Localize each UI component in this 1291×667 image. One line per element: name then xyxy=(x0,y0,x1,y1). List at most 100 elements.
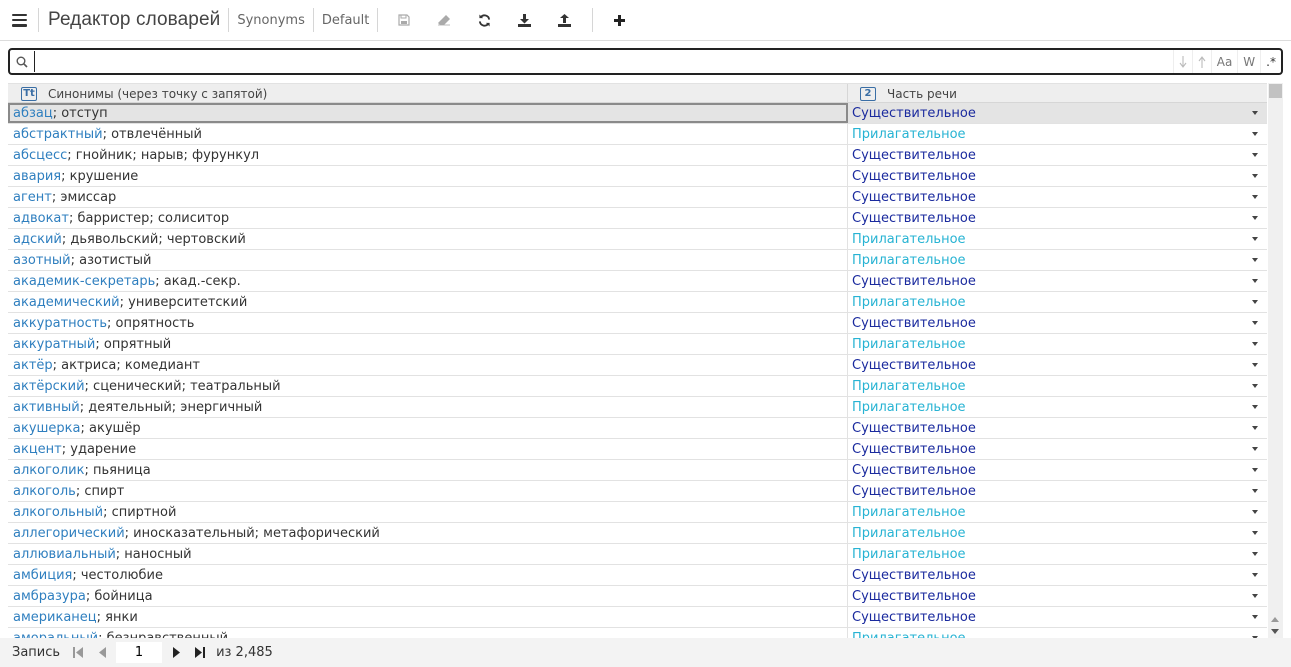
table-row[interactable]: амбиция; честолюбие Существительное xyxy=(8,565,1267,586)
dropdown-arrow-icon[interactable] xyxy=(1252,489,1258,493)
table-row[interactable]: амбразура; бойница Существительное xyxy=(8,586,1267,607)
part-of-speech-select[interactable]: Прилагательное xyxy=(848,544,1267,564)
part-of-speech-select[interactable]: Существительное xyxy=(848,607,1267,627)
synonyms-cell[interactable]: аллювиальный; наносный xyxy=(8,544,848,564)
column-header-synonyms[interactable]: Tt Синонимы (через точку с запятой) xyxy=(8,84,848,103)
part-of-speech-select[interactable]: Существительное xyxy=(848,586,1267,606)
dropdown-arrow-icon[interactable] xyxy=(1252,153,1258,157)
dropdown-arrow-icon[interactable] xyxy=(1252,342,1258,346)
table-row[interactable]: алкогольный; спиртной Прилагательное xyxy=(8,502,1267,523)
synonyms-cell[interactable]: аккуратный; опрятный xyxy=(8,334,848,354)
part-of-speech-select[interactable]: Существительное xyxy=(848,145,1267,165)
dictionary-selector[interactable]: Synonyms xyxy=(229,13,313,28)
synonyms-cell[interactable]: аллегорический; иносказательный; метафор… xyxy=(8,523,848,543)
part-of-speech-select[interactable]: Существительное xyxy=(848,460,1267,480)
table-row[interactable]: абзац; отступ Существительное xyxy=(8,103,1267,124)
part-of-speech-select[interactable]: Существительное xyxy=(848,418,1267,438)
part-of-speech-select[interactable]: Прилагательное xyxy=(848,376,1267,396)
save-button[interactable] xyxy=(384,0,424,41)
synonyms-cell[interactable]: акцент; ударение xyxy=(8,439,848,459)
synonyms-cell[interactable]: амбразура; бойница xyxy=(8,586,848,606)
table-row[interactable]: активный; деятельный; энергичный Прилагат… xyxy=(8,397,1267,418)
menu-button[interactable] xyxy=(0,0,38,41)
dropdown-arrow-icon[interactable] xyxy=(1252,552,1258,556)
last-record-button[interactable] xyxy=(188,642,212,664)
part-of-speech-select[interactable]: Существительное xyxy=(848,355,1267,375)
synonyms-cell[interactable]: актёрский; сценический; театральный xyxy=(8,376,848,396)
table-row[interactable]: агент; эмиссар Существительное xyxy=(8,187,1267,208)
table-row[interactable]: адский; дьявольский; чертовский Прилагате… xyxy=(8,229,1267,250)
part-of-speech-select[interactable]: Существительное xyxy=(848,439,1267,459)
previous-record-button[interactable] xyxy=(90,642,114,664)
import-button[interactable] xyxy=(504,0,544,41)
dropdown-arrow-icon[interactable] xyxy=(1252,531,1258,535)
table-row[interactable]: академик-секретарь; акад.-секр. Существит… xyxy=(8,271,1267,292)
table-row[interactable]: аккуратный; опрятный Прилагательное xyxy=(8,334,1267,355)
table-row[interactable]: актёрский; сценический; театральный Прила… xyxy=(8,376,1267,397)
scrollbar-thumb[interactable] xyxy=(1269,84,1282,98)
table-row[interactable]: алкоголь; спирт Существительное xyxy=(8,481,1267,502)
table-row[interactable]: аморальный; безнравственный Прилагательно… xyxy=(8,628,1267,638)
next-record-button[interactable] xyxy=(164,642,188,664)
table-row[interactable]: азотный; азотистый Прилагательное xyxy=(8,250,1267,271)
synonyms-cell[interactable]: абзац; отступ xyxy=(8,103,848,123)
dropdown-arrow-icon[interactable] xyxy=(1252,447,1258,451)
synonyms-cell[interactable]: алкоголь; спирт xyxy=(8,481,848,501)
synonyms-cell[interactable]: аккуратность; опрятность xyxy=(8,313,848,333)
scroll-up-arrow[interactable] xyxy=(1271,617,1279,622)
synonyms-cell[interactable]: алкоголик; пьяница xyxy=(8,460,848,480)
vertical-scrollbar[interactable] xyxy=(1268,83,1283,638)
dropdown-arrow-icon[interactable] xyxy=(1252,363,1258,367)
synonyms-cell[interactable]: абсцесс; гнойник; нарыв; фурункул xyxy=(8,145,848,165)
synonyms-cell[interactable]: американец; янки xyxy=(8,607,848,627)
dropdown-arrow-icon[interactable] xyxy=(1252,426,1258,430)
dropdown-arrow-icon[interactable] xyxy=(1252,258,1258,262)
part-of-speech-select[interactable]: Прилагательное xyxy=(848,628,1267,638)
dropdown-arrow-icon[interactable] xyxy=(1252,405,1258,409)
part-of-speech-select[interactable]: Прилагательное xyxy=(848,292,1267,312)
part-of-speech-select[interactable]: Существительное xyxy=(848,166,1267,186)
dropdown-arrow-icon[interactable] xyxy=(1252,174,1258,178)
table-row[interactable]: академический; университетский Прилагател… xyxy=(8,292,1267,313)
scroll-down-arrow[interactable] xyxy=(1271,629,1279,634)
whole-word-toggle[interactable]: W xyxy=(1237,50,1260,73)
synonyms-cell[interactable]: адский; дьявольский; чертовский xyxy=(8,229,848,249)
synonyms-cell[interactable]: алкогольный; спиртной xyxy=(8,502,848,522)
part-of-speech-select[interactable]: Прилагательное xyxy=(848,229,1267,249)
profile-selector[interactable]: Default xyxy=(314,13,378,28)
match-case-toggle[interactable]: Aa xyxy=(1210,50,1238,73)
export-button[interactable] xyxy=(544,0,584,41)
dropdown-arrow-icon[interactable] xyxy=(1252,111,1258,115)
table-row[interactable]: акушерка; акушёр Существительное xyxy=(8,418,1267,439)
part-of-speech-select[interactable]: Существительное xyxy=(848,313,1267,333)
part-of-speech-select[interactable]: Прилагательное xyxy=(848,124,1267,144)
synonyms-cell[interactable]: активный; деятельный; энергичный xyxy=(8,397,848,417)
column-header-part-of-speech[interactable]: 2 Часть речи xyxy=(848,84,1267,103)
table-row[interactable]: алкоголик; пьяница Существительное xyxy=(8,460,1267,481)
dropdown-arrow-icon[interactable] xyxy=(1252,237,1258,241)
part-of-speech-select[interactable]: Существительное xyxy=(848,103,1267,123)
part-of-speech-select[interactable]: Прилагательное xyxy=(848,397,1267,417)
synonyms-cell[interactable]: адвокат; барристер; солиситор xyxy=(8,208,848,228)
synonyms-cell[interactable]: академический; университетский xyxy=(8,292,848,312)
find-next-button[interactable] xyxy=(1172,50,1192,73)
dropdown-arrow-icon[interactable] xyxy=(1252,594,1258,598)
dropdown-arrow-icon[interactable] xyxy=(1252,321,1258,325)
table-row[interactable]: акцент; ударение Существительное xyxy=(8,439,1267,460)
table-row[interactable]: актёр; актриса; комедиант Существительное xyxy=(8,355,1267,376)
search-input[interactable] xyxy=(34,51,1173,72)
add-row-button[interactable] xyxy=(599,0,639,41)
part-of-speech-select[interactable]: Прилагательное xyxy=(848,523,1267,543)
dropdown-arrow-icon[interactable] xyxy=(1252,195,1258,199)
part-of-speech-select[interactable]: Существительное xyxy=(848,481,1267,501)
synonyms-cell[interactable]: акушерка; акушёр xyxy=(8,418,848,438)
synonyms-cell[interactable]: авария; крушение xyxy=(8,166,848,186)
table-row[interactable]: авария; крушение Существительное xyxy=(8,166,1267,187)
dropdown-arrow-icon[interactable] xyxy=(1252,132,1258,136)
dropdown-arrow-icon[interactable] xyxy=(1252,216,1258,220)
synonyms-cell[interactable]: амбиция; честолюбие xyxy=(8,565,848,585)
first-record-button[interactable] xyxy=(66,642,90,664)
current-record-input[interactable] xyxy=(116,642,163,663)
part-of-speech-select[interactable]: Прилагательное xyxy=(848,334,1267,354)
synonyms-cell[interactable]: азотный; азотистый xyxy=(8,250,848,270)
